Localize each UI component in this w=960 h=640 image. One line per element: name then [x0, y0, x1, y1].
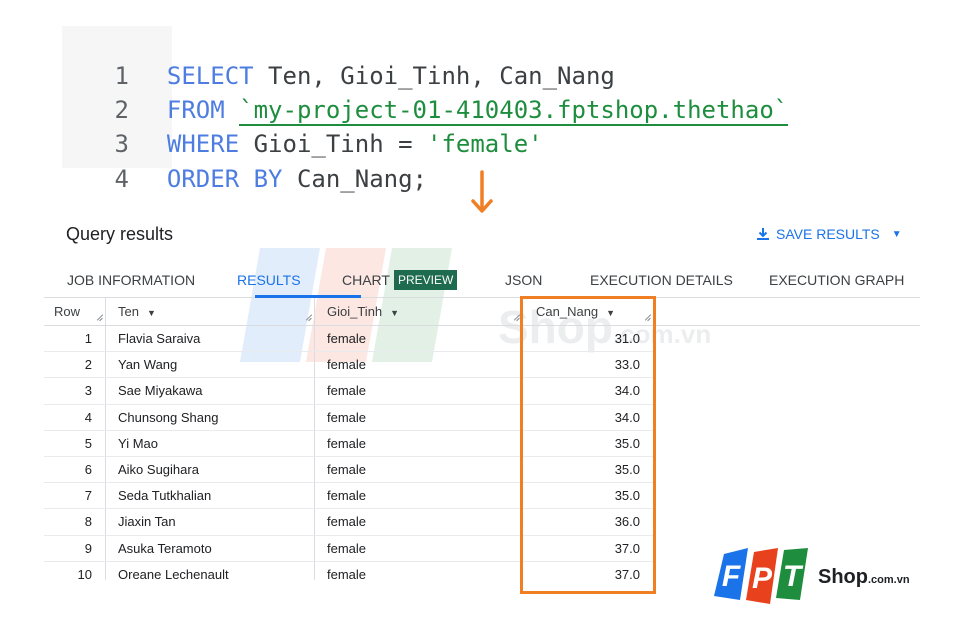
cell-row-number: 2	[84, 357, 92, 373]
cell-gioi-tinh: female	[327, 514, 367, 530]
code-line-3[interactable]: 3 WHERE Gioi_Tinh = 'female'	[62, 93, 542, 158]
svg-text:P: P	[752, 562, 773, 595]
caret-down-icon: ▼	[891, 228, 902, 240]
cell-ten: Jiaxin Tan	[118, 514, 176, 530]
code-line-2[interactable]: 2 FROM `my-project-01-410403.fptshop.thet…	[62, 59, 789, 126]
results-tabs: JOB INFORMATION RESULTS CHART PREVIEW JSO…	[44, 262, 920, 298]
cell-ten: Chunsong Shang	[118, 409, 219, 425]
cell-row-number: 5	[84, 435, 92, 451]
download-icon	[757, 228, 769, 240]
cell-ten: Flavia Saraiva	[118, 331, 201, 346]
column-resize-handle[interactable]	[96, 314, 103, 321]
fpt-shop-wordmark: Shop.com.vn	[818, 566, 910, 588]
cell-row-number: 8	[84, 514, 92, 530]
tab-json[interactable]: JSON	[505, 262, 542, 298]
tab-chart[interactable]: CHART PREVIEW	[342, 262, 458, 298]
sort-caret-icon: ▼	[390, 308, 400, 318]
line-number: 4	[114, 165, 129, 193]
arrow-down-icon	[471, 170, 493, 213]
cell-row-number: 3	[84, 383, 92, 399]
cell-row-number: 1	[84, 331, 92, 346]
cell-gioi-tinh: female	[327, 461, 367, 477]
cell-row-number: 7	[84, 488, 92, 504]
sql-text: Can_Nang;	[282, 165, 427, 193]
cell-ten: Aiko Sugihara	[118, 461, 199, 477]
preview-badge: PREVIEW	[393, 270, 458, 290]
save-results-label: SAVE RESULTS	[776, 226, 880, 242]
cell-ten: Sae Miyakawa	[118, 383, 203, 399]
svg-text:F: F	[722, 560, 741, 593]
tab-results[interactable]: RESULTS	[237, 262, 301, 298]
cell-row-number: 10	[77, 566, 92, 582]
tab-execution-details[interactable]: EXECUTION DETAILS	[590, 262, 733, 298]
cell-row-number: 4	[84, 409, 92, 425]
cell-gioi-tinh: female	[327, 383, 367, 399]
code-line-4[interactable]: 4 ORDER BY Can_Nang;	[62, 128, 427, 193]
sql-string: 'female'	[427, 130, 543, 158]
can-nang-highlight-box	[520, 296, 656, 594]
code-line-1[interactable]: 1 SELECT Ten, Gioi_Tinh, Can_Nang	[62, 25, 614, 90]
fpt-logo: F P T	[714, 548, 808, 604]
grid-header: Row Ten ▼ Gioi_Tinh ▼ Can_Nang ▼	[44, 298, 920, 326]
cell-gioi-tinh: female	[327, 435, 367, 451]
column-header-ten[interactable]: Ten ▼	[118, 298, 156, 326]
cell-gioi-tinh: female	[327, 566, 367, 582]
cell-ten: Asuka Teramoto	[118, 540, 212, 556]
tab-execution-graph[interactable]: EXECUTION GRAPH	[769, 262, 904, 298]
sort-caret-icon: ▼	[146, 308, 156, 318]
cell-ten: Yi Mao	[118, 435, 158, 451]
save-results-button[interactable]: SAVE RESULTS ▼	[756, 226, 902, 242]
cell-row-number: 9	[84, 540, 92, 556]
cell-row-number: 6	[84, 461, 92, 477]
cell-ten: Seda Tutkhalian	[118, 488, 212, 504]
cell-gioi-tinh: female	[327, 331, 367, 346]
cell-ten: Oreane Lechenault	[118, 566, 229, 582]
cell-gioi-tinh: female	[327, 488, 367, 504]
cell-gioi-tinh: female	[327, 357, 367, 373]
cell-gioi-tinh: female	[327, 409, 367, 425]
results-title: Query results	[66, 224, 174, 244]
cell-ten: Yan Wang	[118, 357, 178, 373]
sql-keyword: ORDER BY	[166, 165, 283, 193]
svg-text:T: T	[783, 560, 804, 593]
column-resize-handle[interactable]	[513, 314, 520, 321]
tab-job-information[interactable]: JOB INFORMATION	[67, 262, 195, 298]
column-resize-handle[interactable]	[305, 314, 312, 321]
tab-chart-label: CHART	[342, 272, 390, 288]
column-header-row[interactable]: Row	[54, 298, 80, 326]
cell-gioi-tinh: female	[327, 540, 367, 556]
column-header-gioi-tinh[interactable]: Gioi_Tinh ▼	[327, 298, 399, 326]
